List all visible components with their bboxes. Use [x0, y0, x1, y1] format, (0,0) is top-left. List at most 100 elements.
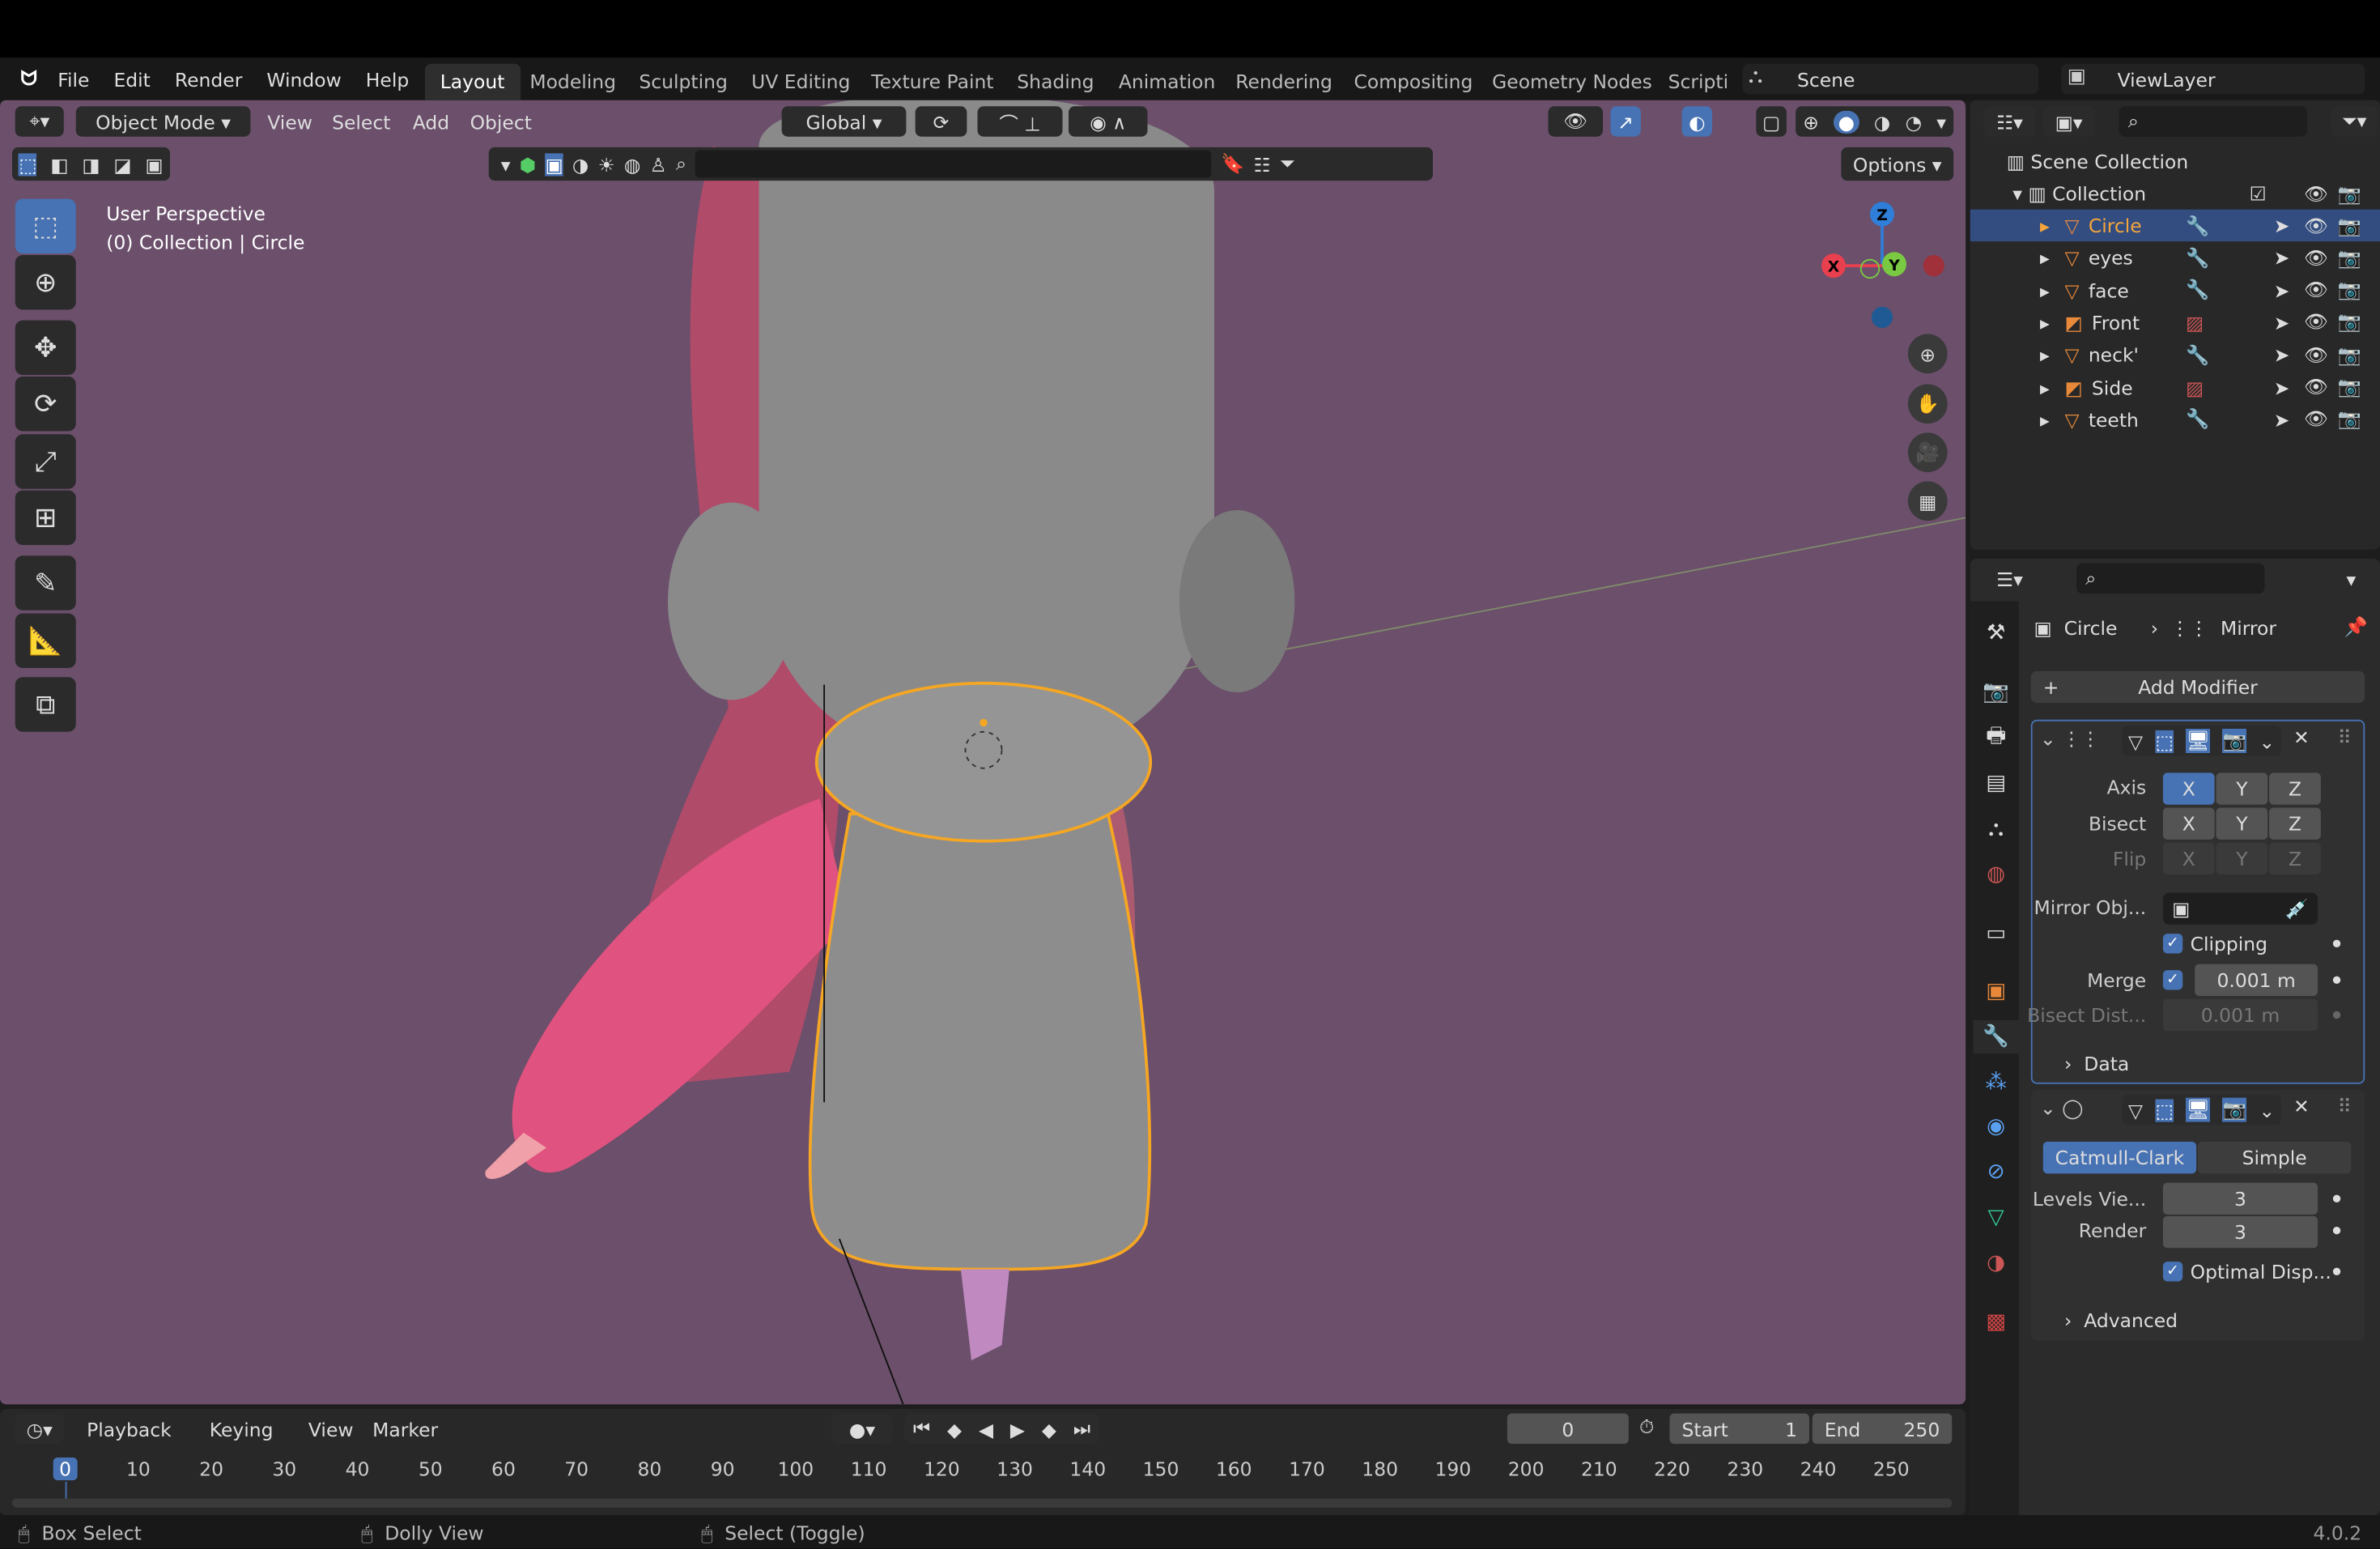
editor-type-button[interactable]: ⌖▾ [15, 106, 64, 137]
edit-cage-icon[interactable]: ▽ [2128, 730, 2143, 752]
mirror-axis-x-toggle[interactable]: X [2162, 772, 2215, 805]
clipping-checkbox[interactable]: ✓ [2162, 934, 2183, 954]
tab-sculpting[interactable]: Sculpting [624, 64, 743, 100]
select-extend-icon[interactable]: ◧ [50, 152, 68, 175]
render-icon[interactable]: 📷 [2338, 181, 2361, 206]
scene-collection-row[interactable]: ▥ Scene Collection [1970, 146, 2380, 177]
viewport-menu-object[interactable]: Object [463, 106, 539, 137]
select-intersect-icon[interactable]: ▣ [145, 152, 163, 175]
texture-tab-icon[interactable]: ▩ [1979, 1306, 2012, 1339]
search-icon[interactable]: ⌕ [676, 152, 686, 177]
modifier-icon[interactable]: 🔧 [2186, 245, 2209, 270]
selectable-icon[interactable]: ➤ [2274, 408, 2290, 431]
add-cube-tool[interactable]: ⧉ [15, 677, 76, 732]
display-mode-button[interactable]: ▣▾ [2042, 106, 2095, 137]
start-frame-field[interactable]: Start 1 [1669, 1413, 1809, 1445]
preview-range-icon[interactable]: ⏱ [1639, 1415, 1654, 1440]
selectable-icon[interactable]: ➤ [2274, 311, 2290, 334]
wireframe-shading-icon[interactable]: ⊕ [1803, 110, 1819, 133]
light-filter-icon[interactable]: ☀ [598, 152, 615, 175]
merge-distance-field[interactable]: 0.001 m [2195, 964, 2318, 996]
view-layer-selector[interactable]: ViewLayer [2061, 63, 2365, 95]
current-frame-field[interactable]: 0 [1507, 1413, 1629, 1445]
timeline-menu-keying[interactable]: Keying [194, 1414, 288, 1445]
navigation-gizmo[interactable]: Z X Y [1814, 198, 1951, 342]
mirror-flip-z-toggle[interactable]: Z [2269, 842, 2321, 875]
timeline-menu-view[interactable]: View [300, 1414, 361, 1445]
render-icon[interactable]: 📷 [2338, 407, 2361, 432]
mirror-bisect-x-toggle[interactable]: X [2162, 807, 2215, 840]
mirror-axis-z-toggle[interactable]: Z [2269, 772, 2321, 805]
render-tab-icon[interactable]: 📷 [1979, 675, 2012, 709]
end-frame-field[interactable]: End 250 [1812, 1413, 1953, 1445]
gizmo-toggle[interactable]: ↗ [1610, 106, 1641, 137]
output-tab-icon[interactable]: 🖶 [1979, 721, 2012, 755]
brush-filter-icon[interactable]: ♙ [650, 152, 667, 175]
collection-row[interactable]: ▾ ▥ Collection ☑ 👁 📷 [1970, 177, 2380, 209]
filter-search-input[interactable] [695, 150, 1212, 178]
world-tab-icon[interactable]: ◍ [1979, 857, 2012, 891]
tab-uv-editing[interactable]: UV Editing [736, 64, 865, 100]
3d-viewport[interactable] [0, 100, 1966, 1405]
object-tab-icon[interactable]: ▣ [1979, 975, 2012, 1008]
proportional-editing-button[interactable]: ◉ ∧ [1069, 106, 1148, 137]
visibility-button[interactable]: 👁 [1548, 106, 1603, 137]
mirror-collapse-icon[interactable]: ⌄ ⋮⋮ [2040, 727, 2100, 750]
tab-modeling[interactable]: Modeling [515, 64, 631, 100]
render-icon[interactable]: 📷 [2338, 278, 2361, 302]
render-icon[interactable]: 📷 [2338, 343, 2361, 367]
camera-view-icon[interactable]: 🎥 [1907, 432, 1948, 473]
outliner-item-neck[interactable]: ▸ ▽ neck' 🔧 ➤ 👁 📷 [1970, 338, 2380, 370]
properties-editor-type[interactable]: ☰▾ [1983, 563, 2036, 594]
cursor-tool[interactable]: ⊕ [15, 255, 76, 310]
outliner-filter-button[interactable]: ⏷▾ [2331, 106, 2378, 137]
world-filter-icon[interactable]: ◍ [624, 152, 640, 175]
tab-shading[interactable]: Shading [1002, 64, 1110, 100]
modifier-tab-icon[interactable]: 🔧 [1973, 1020, 2019, 1054]
options-button[interactable]: Options ▾ [1841, 147, 1954, 181]
drag-handle-icon[interactable]: ⠿ [2338, 1095, 2352, 1117]
rotate-tool[interactable]: ⟳ [15, 377, 76, 432]
bisect-distance-field[interactable]: 0.001 m [2162, 998, 2318, 1032]
shading-dropdown-icon[interactable]: ▾ [1936, 110, 1946, 133]
image-data-icon[interactable]: ▨ [2186, 376, 2204, 398]
levels-viewport-field[interactable]: 3 [2162, 1182, 2318, 1215]
perspective-grid-icon[interactable]: ▦ [1907, 481, 1948, 521]
viewport-display-icon[interactable]: 🖥 [2186, 729, 2211, 753]
merge-checkbox[interactable]: ✓ [2162, 970, 2183, 990]
expand-icon[interactable]: ▸ [2040, 376, 2050, 398]
keyframe-dot[interactable] [2332, 1227, 2341, 1235]
keyframe-dot[interactable] [2332, 939, 2341, 947]
tab-texture-paint[interactable]: Texture Paint [856, 64, 1009, 100]
jump-end-icon[interactable]: ⏭ [1073, 1416, 1090, 1440]
play-reverse-icon[interactable]: ◀ [979, 1417, 993, 1440]
particles-tab-icon[interactable]: ⁂ [1979, 1066, 2012, 1099]
mesh-filter-icon[interactable]: ▣ [545, 152, 563, 176]
modifier-icon[interactable]: 🔧 [2186, 213, 2209, 237]
render-display-icon[interactable]: 📷 [2222, 1097, 2246, 1122]
material-shading-icon[interactable]: ◑ [1874, 110, 1890, 133]
selectable-icon[interactable]: ➤ [2274, 376, 2290, 398]
render-icon[interactable]: 📷 [2338, 245, 2361, 270]
mirror-flip-y-toggle[interactable]: Y [2216, 842, 2268, 875]
keyframe-dot[interactable] [2332, 1011, 2341, 1019]
select-new-icon[interactable]: ⬚ [19, 152, 37, 176]
timeline-scrollbar[interactable] [12, 1498, 1953, 1508]
timeline-editor-type[interactable]: ◷▾ [15, 1413, 64, 1445]
collection-tab-icon[interactable]: ▭ [1979, 917, 2012, 951]
edit-mode-icon[interactable]: ⬚ [2155, 1098, 2174, 1121]
menu-file[interactable]: File [57, 68, 89, 91]
properties-options-button[interactable]: ▾ [2334, 563, 2368, 594]
transform-orientation-selector[interactable]: Global ▾ [781, 106, 907, 137]
render-display-icon[interactable]: 📷 [2222, 729, 2246, 753]
blender-logo-icon[interactable]: ᗢ [15, 66, 43, 93]
pivot-point-button[interactable]: ⟳ [915, 106, 967, 137]
delete-modifier-icon[interactable]: ✕ [2293, 1095, 2310, 1117]
bookmark-icon[interactable]: 🔖 [1221, 152, 1244, 177]
expand-icon[interactable]: ▸ [2040, 246, 2050, 269]
selectable-icon[interactable]: ➤ [2274, 343, 2290, 366]
advanced-subpanel[interactable]: › Advanced [2064, 1309, 2178, 1331]
drag-handle-icon[interactable]: ⠿ [2338, 726, 2352, 748]
tool-tab-icon[interactable]: ⚒ [1979, 616, 2012, 649]
edit-mode-icon[interactable]: ⬚ [2155, 729, 2174, 753]
